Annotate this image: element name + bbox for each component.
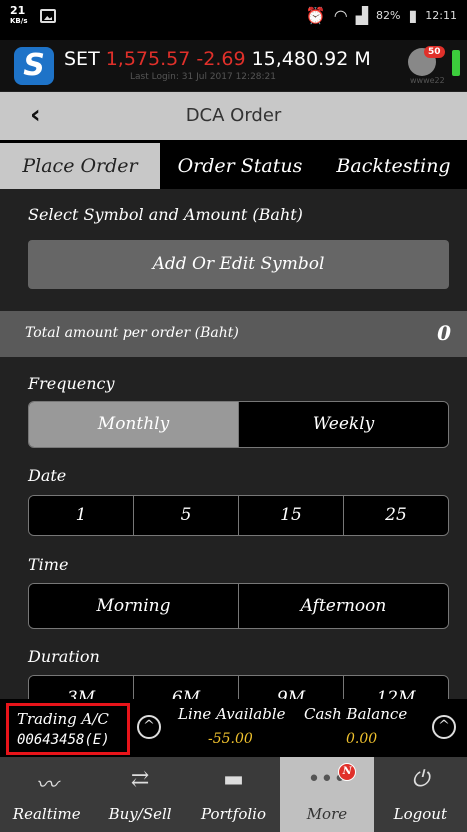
duration-option-3m[interactable]: 3M [29,676,133,699]
time-label: Time [28,555,69,574]
date-selector: 1 5 15 25 [28,495,449,536]
status-indicator [452,50,460,76]
gallery-icon [40,9,56,23]
tab-backtesting[interactable]: Backtesting [320,143,467,189]
total-amount-value: 0 [437,321,451,345]
duration-option-12m[interactable]: 12M [343,676,448,699]
duration-selector: 3M 6M 9M 12M [28,675,449,699]
add-or-edit-symbol-button[interactable]: Add Or Edit Symbol [28,240,449,289]
market-ticker: S SET 1,575.57 -2.69 15,480.92 M Last Lo… [0,40,467,92]
time-afternoon-option[interactable]: Afternoon [238,584,448,628]
frequency-monthly-option[interactable]: Monthly [29,402,238,447]
nav-portfolio-label: Portfolio [201,805,266,823]
more-dots-icon: ••• [307,767,347,792]
time-morning-option[interactable]: Morning [29,584,238,628]
nav-buy-sell[interactable]: ⇄ Buy/Sell [93,757,186,832]
nav-logout[interactable]: ⏻ Logout [374,757,467,832]
index-change: -2.69 [196,48,246,70]
cash-balance-value: 0.00 [346,731,378,747]
tab-order-status[interactable]: Order Status [160,143,320,189]
page-title: DCA Order [185,105,282,126]
line-available-label: Line Available [178,705,286,723]
trading-account-number: 00643458(E) [17,732,110,748]
trading-account-label: Trading A/C [17,710,109,728]
frequency-selector: Monthly Weekly [28,401,449,448]
title-bar: ‹ DCA Order [0,92,467,140]
time-selector: Morning Afternoon [28,583,449,629]
folder-icon: ▬ [223,767,244,792]
app-logo: S [14,47,54,85]
duration-option-9m[interactable]: 9M [238,676,343,699]
clock: 12:11 [425,9,457,22]
notification-badge: 50 [424,46,445,58]
nav-more-label: More [306,805,348,823]
tab-place-order[interactable]: Place Order [0,143,160,189]
nav-portfolio[interactable]: ▬ Portfolio [187,757,280,832]
index-name: SET [64,48,100,70]
nav-buy-sell-label: Buy/Sell [108,805,172,823]
chevron-up-icon[interactable]: ^ [137,715,161,739]
wifi-icon: ◠ [333,6,348,25]
battery-percent: 82% [376,9,401,22]
nav-logout-label: Logout [393,805,447,823]
line-available-value: -55.00 [208,731,253,747]
power-icon: ⏻ [411,767,430,792]
signal-icon: ▟ [355,6,369,25]
index-line: SET 1,575.57 -2.69 15,480.92 M [64,48,371,70]
exchange-arrows-icon: ⇄ [130,767,150,792]
duration-label: Duration [28,647,100,666]
battery-icon: ▮ [408,6,418,25]
frequency-label: Frequency [28,374,115,393]
total-amount-label: Total amount per order (Baht) [25,325,239,341]
total-amount-bar: Total amount per order (Baht) 0 [0,311,467,357]
chevron-up-icon[interactable]: ^ [432,715,456,739]
select-symbol-label: Select Symbol and Amount (Baht) [28,205,303,224]
status-icons: ⏰ ◠ ▟ 82% ▮ 12:11 [306,6,457,25]
date-option-15[interactable]: 15 [238,496,343,535]
frequency-weekly-option[interactable]: Weekly [238,402,448,447]
nav-more[interactable]: ••• N More [280,757,374,832]
trading-account-box[interactable]: Trading A/C 00643458(E) [6,703,130,755]
date-option-25[interactable]: 25 [343,496,448,535]
tab-bar: Place Order Order Status Backtesting [0,143,467,189]
account-info-bar: Trading A/C 00643458(E) ^ Line Available… [0,699,467,757]
place-order-panel: Select Symbol and Amount (Baht) Add Or E… [0,189,467,699]
nav-realtime[interactable]: 〰 Realtime [0,757,93,832]
alarm-icon: ⏰ [305,6,326,25]
status-bar: 21 KB/s ⏰ ◠ ▟ 82% ▮ 12:11 [0,0,467,40]
duration-option-6m[interactable]: 6M [133,676,238,699]
date-option-1[interactable]: 1 [29,496,133,535]
index-value: 1,575.57 [105,48,191,70]
chart-line-icon: 〰 [35,773,58,798]
cash-balance-label: Cash Balance [304,705,408,723]
nav-realtime-label: Realtime [12,805,81,823]
network-speed: 21 KB/s [10,5,28,26]
network-speed-unit: KB/s [10,17,28,25]
last-login: Last Login: 31 Jul 2017 12:28:21 [130,72,276,82]
ticker-small-text: wwwe22 [410,76,445,85]
date-label: Date [28,466,67,485]
index-volume: 15,480.92 M [251,48,371,70]
date-option-5[interactable]: 5 [133,496,238,535]
bottom-nav: 〰 Realtime ⇄ Buy/Sell ▬ Portfolio ••• N … [0,757,467,832]
